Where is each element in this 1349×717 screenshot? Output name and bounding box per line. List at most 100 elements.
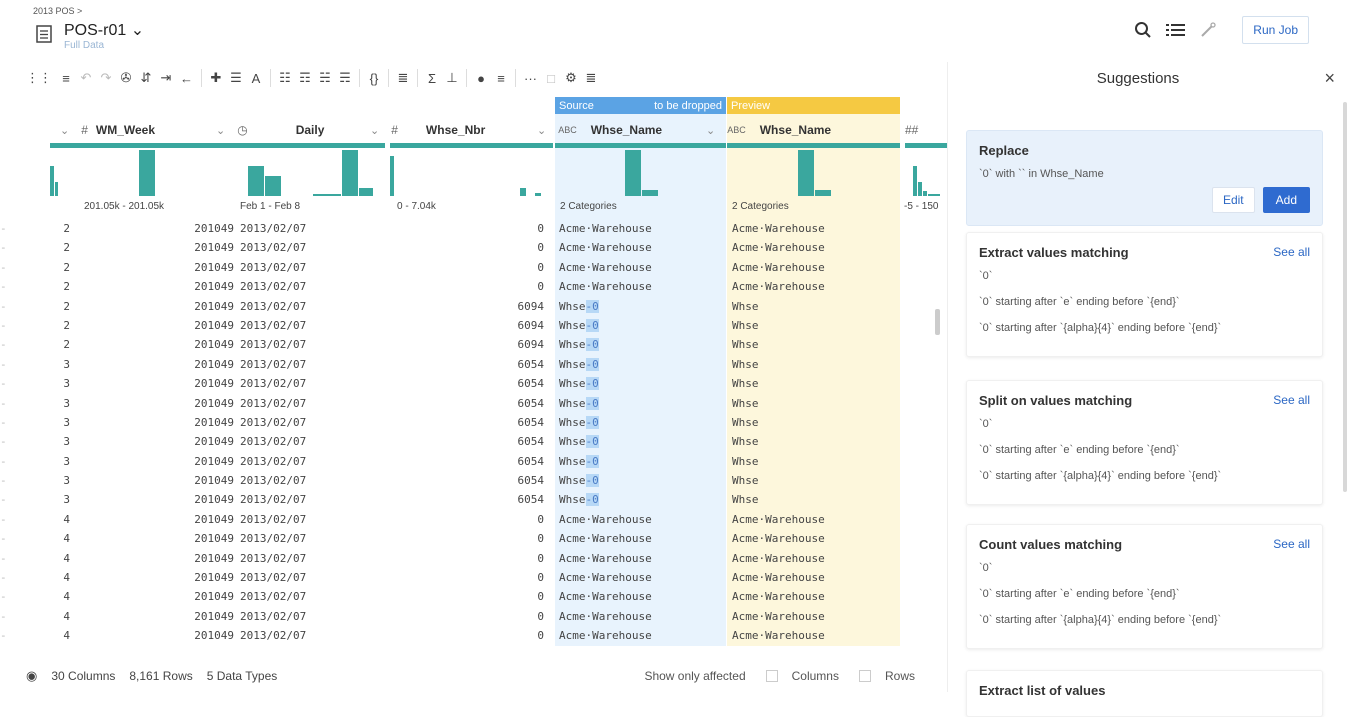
cell-wm-week-value[interactable]: 201049 — [150, 358, 234, 371]
column-name[interactable]: Daily — [296, 123, 325, 137]
chevron-down-icon[interactable]: ⌄ — [706, 124, 715, 137]
cell-daily[interactable]: 2013/02/07 — [240, 377, 306, 390]
cell-whse-nbr[interactable]: 6054 — [462, 474, 545, 487]
column-name[interactable]: WM_Week — [96, 123, 155, 137]
cell-whse-nbr[interactable]: 0 — [462, 532, 544, 545]
cell-whse-name-preview[interactable]: Whse — [732, 397, 759, 410]
list-view-icon[interactable]: ≡ — [56, 66, 76, 90]
cell-whse-name-preview[interactable]: Whse — [732, 300, 759, 313]
table-row[interactable]: - 3 201049 2013/02/07 6054 Whse-0 Whse — [0, 490, 947, 509]
pivot-icon[interactable]: ☶ — [295, 66, 315, 90]
column-header-wm-week[interactable]: ⌄ # WM_Week — [60, 118, 155, 142]
column-header-next[interactable]: ## — [905, 118, 926, 142]
row-marker[interactable]: - — [0, 300, 22, 313]
cell-whse-name-source[interactable]: Whse-0 — [559, 415, 599, 429]
suggestion-line[interactable]: `0` starting after `e` ending before `{e… — [979, 296, 1310, 308]
cell-daily[interactable]: 2013/02/07 — [240, 552, 306, 565]
cell-whse-nbr[interactable]: 0 — [462, 261, 544, 274]
hierarchy-icon[interactable]: ⊥ — [442, 66, 462, 90]
cell-whse-name-source[interactable]: Acme·Warehouse — [559, 629, 652, 642]
cell-wm-week[interactable]: 3 — [40, 416, 70, 429]
table-row[interactable]: - 3 201049 2013/02/07 6054 Whse-0 Whse — [0, 394, 947, 413]
cell-whse-name-preview[interactable]: Acme·Warehouse — [732, 590, 825, 603]
filter-rows-icon[interactable]: ☷ — [275, 66, 295, 90]
breadcrumb[interactable]: 2013 POS > — [33, 6, 82, 16]
cell-whse-name-source[interactable]: Acme·Warehouse — [559, 532, 652, 545]
rename-icon[interactable]: ✇ — [116, 66, 136, 90]
cell-wm-week[interactable]: 3 — [40, 474, 70, 487]
table-row[interactable]: - 2 201049 2013/02/07 0 Acme·Warehouse Acme·Wa… — [0, 219, 947, 238]
redo-icon[interactable]: ↷ — [96, 66, 116, 90]
suggestion-line[interactable]: `0` — [979, 562, 1310, 574]
cell-wm-week-value[interactable]: 201049 — [150, 435, 234, 448]
cell-wm-week[interactable]: 2 — [40, 338, 70, 351]
row-marker[interactable]: - — [0, 493, 22, 506]
table-row[interactable]: - 2 201049 2013/02/07 0 Acme·Warehouse Acme·Wa… — [0, 258, 947, 277]
cell-wm-week[interactable]: 4 — [40, 629, 70, 642]
cell-daily[interactable]: 2013/02/07 — [240, 513, 306, 526]
column-name[interactable]: Whse_Name — [760, 123, 831, 137]
suggestion-line[interactable]: `0` — [979, 270, 1310, 282]
cell-whse-name-preview[interactable]: Acme·Warehouse — [732, 222, 825, 235]
cell-wm-week[interactable]: 3 — [40, 435, 70, 448]
cell-whse-nbr[interactable]: 6054 — [462, 416, 545, 429]
row-count[interactable]: 8,161 Rows — [129, 669, 192, 683]
cell-wm-week-value[interactable]: 201049 — [150, 319, 234, 332]
cell-wm-week[interactable]: 3 — [40, 397, 70, 410]
run-job-button[interactable]: Run Job — [1242, 16, 1309, 44]
table-row[interactable]: - 3 201049 2013/02/07 6054 Whse-0 Whse — [0, 471, 947, 490]
join-icon[interactable]: ● — [471, 66, 491, 90]
cell-daily[interactable]: 2013/02/07 — [240, 338, 306, 351]
unpivot-icon[interactable]: ☵ — [315, 66, 335, 90]
cell-daily[interactable]: 2013/02/07 — [240, 241, 306, 254]
cell-daily[interactable]: 2013/02/07 — [240, 261, 306, 274]
cell-whse-name-source[interactable]: Whse-0 — [559, 377, 599, 391]
data-quality-bar[interactable] — [727, 143, 900, 148]
cell-daily[interactable]: 2013/02/07 — [240, 416, 306, 429]
cell-wm-week[interactable]: 4 — [40, 590, 70, 603]
cell-whse-nbr[interactable]: 6094 — [462, 319, 545, 332]
row-marker[interactable]: - — [0, 280, 22, 293]
eye-icon[interactable]: ◉ — [26, 668, 37, 684]
row-marker[interactable]: - — [0, 474, 22, 487]
row-marker[interactable]: - — [0, 610, 22, 623]
row-marker[interactable]: - — [0, 532, 22, 545]
cell-whse-nbr[interactable]: 6054 — [462, 435, 545, 448]
row-marker[interactable]: - — [0, 241, 22, 254]
cell-whse-name-preview[interactable]: Whse — [732, 474, 759, 487]
cell-daily[interactable]: 2013/02/07 — [240, 571, 306, 584]
cell-wm-week-value[interactable]: 201049 — [150, 280, 234, 293]
custom-sql-icon[interactable]: ⚙ — [561, 66, 581, 90]
column-header-daily[interactable]: ⌄ ◷ Daily — [216, 118, 324, 142]
column-header-whse-name-preview[interactable]: ⌄ ABC Whse_Name — [706, 118, 831, 142]
cell-whse-name-source[interactable]: Whse-0 — [559, 435, 599, 449]
table-row[interactable]: - 3 201049 2013/02/07 6054 Whse-0 Whse — [0, 355, 947, 374]
cell-whse-name-preview[interactable]: Whse — [732, 358, 759, 371]
cell-whse-name-source[interactable]: Whse-0 — [559, 474, 599, 488]
table-row[interactable]: - 3 201049 2013/02/07 6054 Whse-0 Whse — [0, 413, 947, 432]
merge-icon[interactable]: ☰ — [226, 66, 246, 90]
histogram-daily[interactable] — [248, 150, 378, 196]
cell-daily[interactable]: 2013/02/07 — [240, 435, 306, 448]
aggregate-icon[interactable]: Σ — [422, 66, 442, 90]
cell-whse-name-source[interactable]: Whse-0 — [559, 357, 599, 371]
string-type-icon[interactable]: ABC — [558, 125, 577, 135]
table-row[interactable]: - 2 201049 2013/02/07 6094 Whse-0 Whse — [0, 316, 947, 335]
cell-whse-name-source[interactable]: Whse-0 — [559, 396, 599, 410]
histogram-next[interactable] — [905, 150, 947, 196]
cell-whse-nbr[interactable]: 6054 — [462, 493, 545, 506]
row-marker[interactable]: - — [0, 629, 22, 642]
suggestion-card[interactable]: Split on values matching See all `0` `0` st… — [966, 380, 1323, 505]
cell-whse-name-source[interactable]: Whse-0 — [559, 454, 599, 468]
recipe-title[interactable]: POS-r01 ⌄ — [64, 20, 144, 40]
cell-whse-nbr[interactable]: 0 — [462, 513, 544, 526]
cell-daily[interactable]: 2013/02/07 — [240, 590, 306, 603]
suggestion-line[interactable]: `0` starting after `{alpha}{4}` ending b… — [979, 470, 1310, 482]
cell-wm-week-value[interactable]: 201049 — [150, 338, 234, 351]
columns-checkbox[interactable] — [765, 670, 778, 682]
histogram-whse-nbr[interactable] — [390, 150, 550, 196]
cell-whse-name-preview[interactable]: Acme·Warehouse — [732, 552, 825, 565]
sample-label[interactable]: Full Data — [64, 40, 104, 51]
type-icon[interactable]: ← — [176, 66, 197, 90]
cell-daily[interactable]: 2013/02/07 — [240, 493, 306, 506]
